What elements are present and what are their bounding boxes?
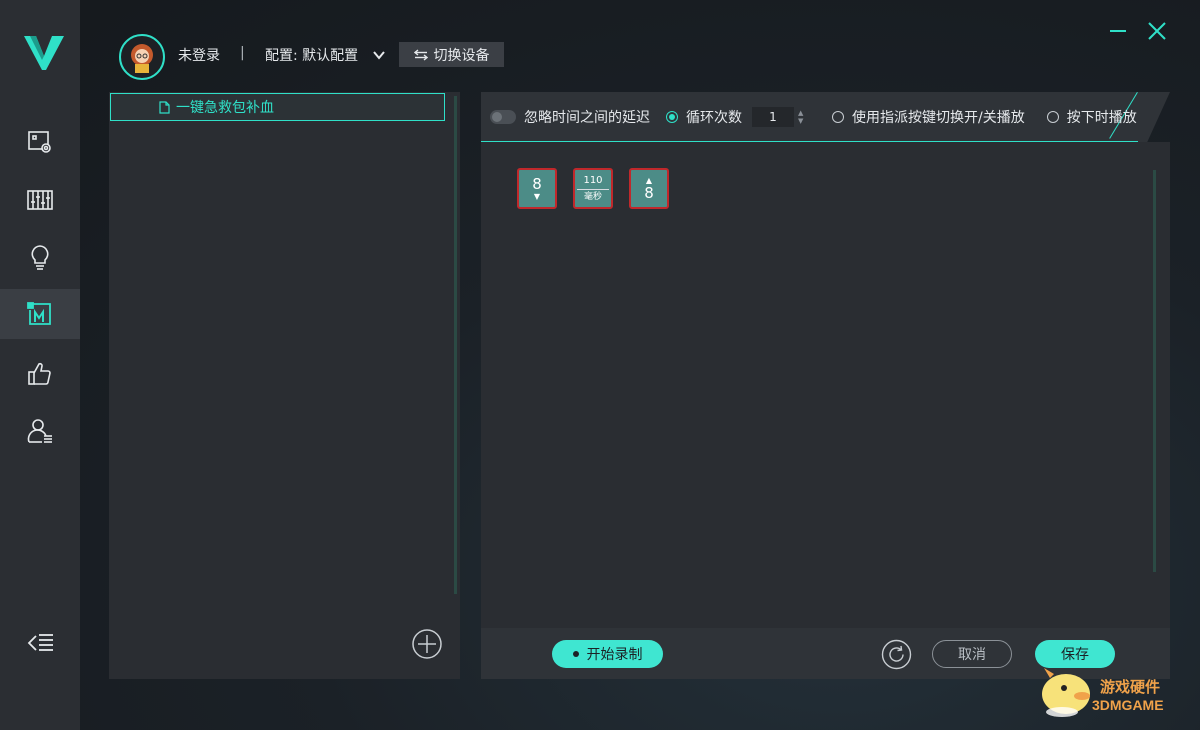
key-label: 8 [644, 184, 654, 202]
delay-divider [577, 188, 609, 190]
key-down-arrow-icon: ▼ [533, 192, 541, 201]
sidebar-item-equalizer[interactable] [0, 175, 80, 225]
loop-count-radio[interactable] [666, 111, 678, 123]
refresh-icon[interactable] [881, 639, 912, 670]
file-icon [159, 100, 170, 114]
stepper-down-icon[interactable]: ▼ [798, 117, 808, 125]
loop-count-label: 循环次数 [686, 110, 742, 126]
watermark-text-cn: 游戏硬件 [1100, 678, 1161, 696]
stepper-up-icon[interactable]: ▲ [798, 109, 808, 117]
config-selector[interactable]: 配置: 默认配置 [265, 45, 386, 65]
delay-block[interactable]: 110 毫秒 [573, 168, 613, 209]
close-icon[interactable] [1148, 22, 1166, 40]
sidebar-item-lighting[interactable] [0, 232, 80, 282]
login-status[interactable]: 未登录 [178, 45, 220, 65]
add-macro-icon[interactable] [411, 628, 443, 660]
toggle-by-key-label: 使用指派按键切换开/关播放 [852, 110, 1025, 126]
sidebar [0, 0, 80, 730]
start-recording-label: 开始录制 [586, 647, 643, 663]
loop-count-input[interactable] [752, 107, 794, 127]
sidebar-item-macro[interactable] [0, 289, 80, 339]
ignore-delay-toggle[interactable] [490, 110, 516, 124]
key-up-block[interactable]: ▲ 8 [629, 168, 669, 209]
macro-options-row: 忽略时间之间的延迟 循环次数 ▲ ▼ 使用指派按键切换开/关播放 按下时播放 [490, 105, 1137, 129]
avatar[interactable] [119, 34, 165, 80]
loop-count-stepper[interactable]: ▲ ▼ [798, 109, 808, 125]
play-while-pressed-radio[interactable] [1046, 111, 1059, 123]
key-label: 8 [532, 175, 542, 193]
macro-item-label: 一键急救包补血 [176, 100, 274, 116]
macro-list-item[interactable]: 一键急救包补血 [110, 93, 445, 121]
cancel-button[interactable]: 取消 [932, 640, 1012, 668]
app-logo-icon [24, 36, 64, 70]
config-label: 配置: 默认配置 [265, 48, 359, 64]
swap-arrows-icon [413, 48, 428, 61]
switch-device-label: 切换设备 [433, 47, 490, 64]
macro-icon [27, 302, 51, 325]
key-down-block[interactable]: 8 ▼ [517, 168, 557, 209]
sidebar-item-account[interactable] [0, 406, 80, 456]
sidebar-item-screen-settings[interactable] [0, 117, 80, 167]
header-separator: | [240, 45, 245, 61]
macro-list-panel: 一键急救包补血 [109, 92, 460, 679]
play-while-pressed-label: 按下时播放 [1066, 110, 1137, 126]
record-dot-icon [572, 651, 579, 657]
user-avatar-icon [131, 44, 153, 73]
macro-list-scrollbar[interactable] [454, 96, 457, 594]
thumbs-up-icon [28, 362, 51, 385]
lightbulb-icon [31, 245, 49, 270]
delay-unit: 毫秒 [583, 191, 602, 202]
macro-sequence-canvas: 8 ▼ 110 毫秒 ▲ 8 [481, 142, 1170, 628]
toggle-by-key-radio[interactable] [832, 111, 844, 123]
collapse-menu-icon[interactable] [26, 628, 56, 658]
user-list-icon [27, 419, 52, 443]
watermark-text-en: 3DMGAME [1092, 697, 1164, 713]
chevron-down-icon [373, 51, 385, 60]
start-recording-button[interactable]: 开始录制 [552, 640, 663, 668]
ignore-delay-label: 忽略时间之间的延迟 [524, 110, 650, 126]
screen-settings-icon [28, 131, 51, 153]
sidebar-item-recommend[interactable] [0, 349, 80, 399]
minimize-button[interactable] [1110, 30, 1126, 32]
equalizer-icon [27, 190, 53, 210]
sequence-scrollbar[interactable] [1153, 170, 1156, 572]
delay-value: 110 [583, 174, 603, 186]
switch-device-button[interactable]: 切换设备 [399, 42, 504, 67]
